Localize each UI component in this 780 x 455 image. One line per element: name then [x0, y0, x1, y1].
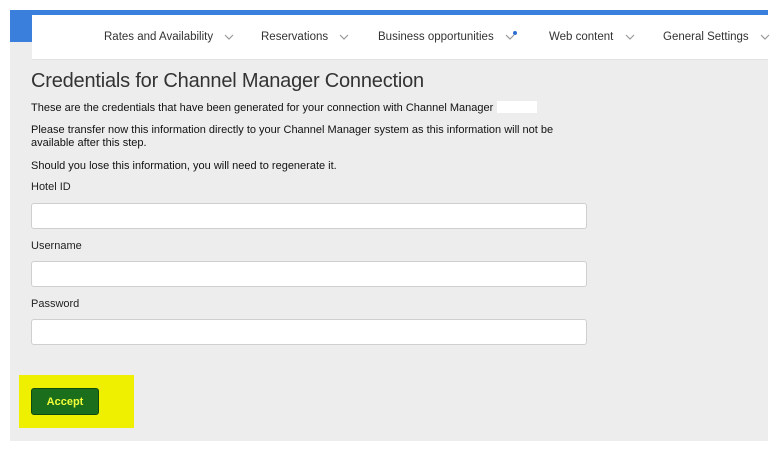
nav-item-label: Rates and Availability: [104, 31, 214, 43]
chevron-down-icon: [625, 34, 635, 40]
nav-item-label: Business opportunities: [378, 31, 494, 43]
notification-dot-icon: [512, 30, 517, 35]
redacted-value: [497, 101, 538, 113]
transfer-note: Please transfer now this information dir…: [31, 124, 554, 149]
chevron-down-icon: [339, 34, 349, 40]
nav-item-business-opportunities[interactable]: Business opportunities: [378, 30, 517, 43]
password-label: Password: [31, 298, 80, 310]
page-title: Credentials for Channel Manager Connecti…: [31, 70, 424, 92]
top-navigation: Rates and Availability Reservations Busi…: [32, 15, 770, 60]
chevron-down-icon: [505, 30, 517, 40]
header-accent-block: [10, 10, 32, 42]
nav-item-label: Reservations: [261, 31, 329, 43]
nav-item-label: Web content: [549, 31, 614, 43]
hotel-id-field[interactable]: [31, 203, 587, 229]
username-field[interactable]: [31, 261, 587, 287]
hotel-id-label: Hotel ID: [31, 181, 71, 193]
nav-item-label: General Settings: [663, 31, 749, 43]
nav-item-web-content[interactable]: Web content: [549, 31, 635, 43]
chevron-down-icon: [224, 34, 234, 40]
chevron-down-icon: [760, 34, 770, 40]
password-field[interactable]: [31, 319, 587, 345]
accept-button[interactable]: Accept: [31, 388, 99, 415]
nav-item-rates-and-availability[interactable]: Rates and Availability: [104, 31, 234, 43]
intro-text: These are the credentials that have been…: [31, 101, 591, 115]
username-label: Username: [31, 240, 82, 252]
intro-text-content: These are the credentials that have been…: [31, 102, 494, 114]
nav-item-reservations[interactable]: Reservations: [261, 31, 349, 43]
nav-item-general-settings[interactable]: General Settings: [663, 31, 770, 43]
regenerate-note: Should you lose this information, you wi…: [31, 160, 337, 172]
